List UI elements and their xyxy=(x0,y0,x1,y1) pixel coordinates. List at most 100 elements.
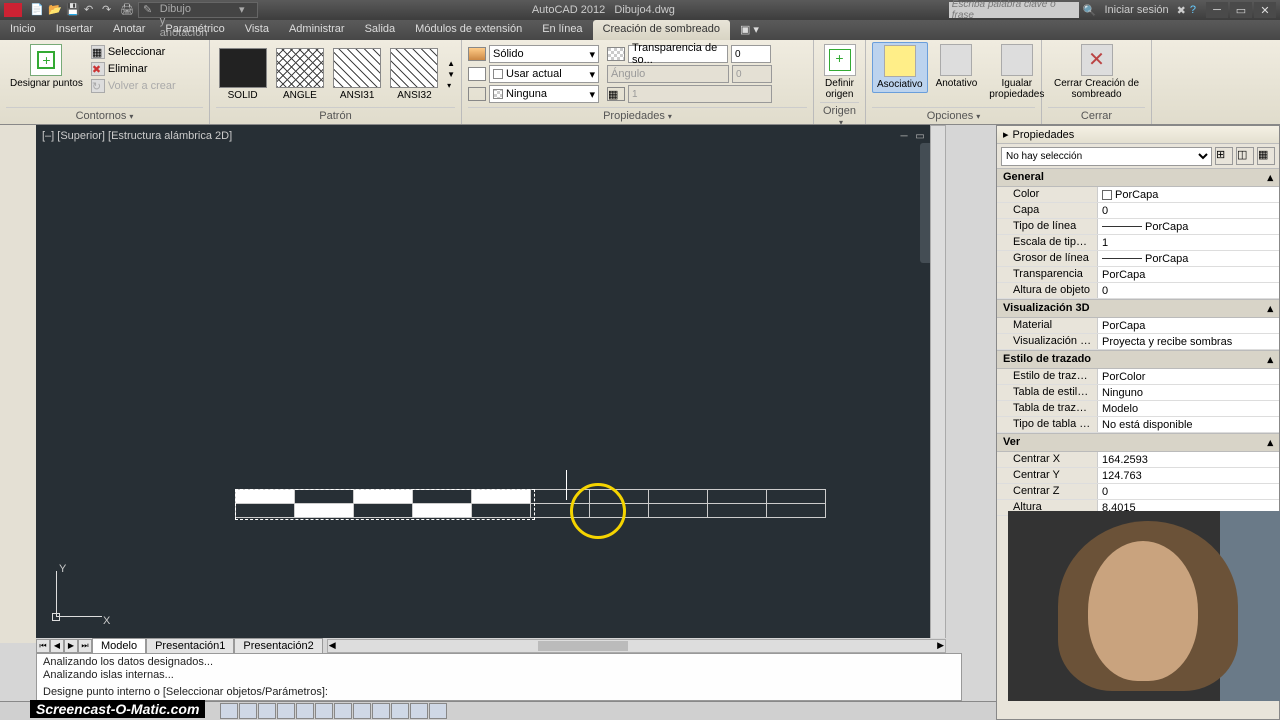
workspace-dropdown[interactable]: ✎ Dibujo y anotación▾ xyxy=(138,2,258,18)
recreate-button[interactable]: ↻Volver a crear xyxy=(91,78,176,94)
select-button[interactable]: ▦Seleccionar xyxy=(91,44,176,60)
tab-parametrico[interactable]: Paramétrico xyxy=(155,20,234,40)
tab-anotar[interactable]: Anotar xyxy=(103,20,155,40)
tab-modulos[interactable]: Módulos de extensión xyxy=(405,20,532,40)
viewport-min[interactable]: ─ xyxy=(898,130,910,142)
hatch-scale-icon: ▦ xyxy=(607,87,625,101)
status-btn[interactable] xyxy=(410,703,428,719)
command-line[interactable]: Analizando los datos designados... Anali… xyxy=(36,653,962,701)
tab-salida[interactable]: Salida xyxy=(355,20,406,40)
pattern-more[interactable]: ▾ xyxy=(447,81,455,90)
undo-icon[interactable]: ↶ xyxy=(84,3,98,17)
crosshair-v xyxy=(566,470,567,500)
ribbon-tabs: Inicio Insertar Anotar Paramétrico Vista… xyxy=(0,20,1280,40)
panel-hatch-props: Sólido▾ Usar actual▾ Ninguna▾ Transparen… xyxy=(462,40,814,124)
status-btn[interactable] xyxy=(277,703,295,719)
viewport-vscroll[interactable] xyxy=(930,125,946,643)
status-toggles xyxy=(220,703,448,719)
hatch-bg-icon xyxy=(468,87,486,101)
properties-title[interactable]: ▸Propiedades xyxy=(997,126,1279,144)
viewport[interactable]: [–] [Superior] [Estructura alámbrica 2D]… xyxy=(36,125,946,643)
search-icon[interactable]: 🔍 xyxy=(1083,4,1097,17)
quick-select-icon[interactable]: ⊞ xyxy=(1215,147,1233,165)
annotative-button[interactable]: Anotativo xyxy=(932,42,982,91)
maximize-button[interactable]: ▭ xyxy=(1230,2,1252,18)
pick-points-button[interactable]: + Designar puntos xyxy=(6,42,87,91)
left-dock xyxy=(0,125,36,643)
tab-vista[interactable]: Vista xyxy=(235,20,279,40)
cmd-prompt[interactable]: Designe punto interno o [Seleccionar obj… xyxy=(43,686,955,699)
redo-icon[interactable]: ↷ xyxy=(102,3,116,17)
app-logo[interactable] xyxy=(4,3,22,17)
associative-button[interactable]: Asociativo xyxy=(872,42,928,93)
help-icon[interactable]: ? xyxy=(1190,4,1196,16)
status-btn[interactable] xyxy=(353,703,371,719)
tab-model[interactable]: Modelo xyxy=(92,638,146,654)
help-search[interactable]: Escriba palabra clave o frase xyxy=(949,2,1079,18)
tab-layout1[interactable]: Presentación1 xyxy=(146,638,234,654)
viewport-label[interactable]: [–] [Superior] [Estructura alámbrica 2D] xyxy=(42,130,232,142)
match-props-button[interactable]: Igualar propiedades xyxy=(985,42,1048,102)
status-btn[interactable] xyxy=(296,703,314,719)
close-button[interactable]: ✕ xyxy=(1254,2,1276,18)
hatch-trans-value[interactable]: 0 xyxy=(731,45,771,63)
hatch-bg-dropdown[interactable]: Ninguna▾ xyxy=(489,85,599,103)
title-text: AutoCAD 2012 Dibujo4.dwg xyxy=(258,4,949,16)
panel-options: Asociativo Anotativo Igualar propiedades… xyxy=(866,40,1042,124)
toggle-pim-icon[interactable]: ▦ xyxy=(1257,147,1275,165)
viewport-max[interactable]: ▭ xyxy=(914,130,926,142)
status-btn[interactable] xyxy=(429,703,447,719)
tab-insertar[interactable]: Insertar xyxy=(46,20,103,40)
select-objects-icon[interactable]: ◫ xyxy=(1236,147,1254,165)
section-general[interactable]: General▴ xyxy=(997,168,1279,187)
status-btn[interactable] xyxy=(334,703,352,719)
pattern-solid[interactable]: SOLID xyxy=(216,48,269,101)
section-view[interactable]: Ver▴ xyxy=(997,433,1279,452)
hatch-color-icon xyxy=(468,67,486,81)
pattern-up[interactable]: ▲ xyxy=(447,59,455,68)
hatch-layer-dropdown[interactable]: Usar actual▾ xyxy=(489,65,599,83)
remove-button[interactable]: ✖Eliminar xyxy=(91,61,176,77)
status-btn[interactable] xyxy=(372,703,390,719)
tab-administrar[interactable]: Administrar xyxy=(279,20,355,40)
login-link[interactable]: Iniciar sesión xyxy=(1104,4,1168,16)
tab-first[interactable]: ⏮ xyxy=(36,639,50,653)
status-btn[interactable] xyxy=(391,703,409,719)
cmd-line-2: Analizando islas internas... xyxy=(43,669,955,682)
hatch-type-dropdown[interactable]: Sólido▾ xyxy=(489,45,599,63)
pattern-ansi31[interactable]: ANSI31 xyxy=(331,48,384,101)
layout-hscroll[interactable]: ◀▶ xyxy=(327,639,946,653)
new-icon[interactable]: 📄 xyxy=(30,3,44,17)
tab-hatch-creation[interactable]: Creación de sombreado xyxy=(593,20,730,40)
status-btn[interactable] xyxy=(258,703,276,719)
status-btn[interactable] xyxy=(239,703,257,719)
section-vis3d[interactable]: Visualización 3D▴ xyxy=(997,299,1279,318)
tab-enlinea[interactable]: En línea xyxy=(532,20,592,40)
minimize-button[interactable]: ─ xyxy=(1206,2,1228,18)
open-icon[interactable]: 📂 xyxy=(48,3,62,17)
print-icon[interactable]: 🖨 xyxy=(120,3,134,17)
pattern-ansi32[interactable]: ANSI32 xyxy=(388,48,441,101)
exchange-icon[interactable]: ✖ xyxy=(1177,4,1186,17)
pattern-down[interactable]: ▼ xyxy=(447,70,455,79)
hatch-trans-dropdown[interactable]: Transparencia de so... xyxy=(628,45,728,63)
hatch-scale-value: 1 xyxy=(628,85,772,103)
tab-extra[interactable]: ▣ ▾ xyxy=(730,20,769,40)
selection-dropdown[interactable]: No hay selección xyxy=(1001,147,1212,166)
tab-last[interactable]: ⏭ xyxy=(78,639,92,653)
layout-tabs: ⏮ ◀ ▶ ⏭ Modelo Presentación1 Presentació… xyxy=(36,638,946,653)
status-btn[interactable] xyxy=(220,703,238,719)
section-plot[interactable]: Estilo de trazado▴ xyxy=(997,350,1279,369)
set-origin-button[interactable]: +Definir origen xyxy=(820,42,860,102)
pattern-angle[interactable]: ANGLE xyxy=(273,48,326,101)
tab-layout2[interactable]: Presentación2 xyxy=(234,638,322,654)
status-btn[interactable] xyxy=(315,703,333,719)
save-icon[interactable]: 💾 xyxy=(66,3,80,17)
tab-prev[interactable]: ◀ xyxy=(50,639,64,653)
close-hatch-button[interactable]: ✕Cerrar Creación de sombreado xyxy=(1048,42,1145,102)
tab-next[interactable]: ▶ xyxy=(64,639,78,653)
tab-inicio[interactable]: Inicio xyxy=(0,20,46,40)
hatch-type-icon xyxy=(468,47,486,61)
quick-access: 📄 📂 💾 ↶ ↷ 🖨 ✎ Dibujo y anotación▾ xyxy=(30,2,258,18)
hatch-angle-label: Ángulo xyxy=(607,65,729,83)
